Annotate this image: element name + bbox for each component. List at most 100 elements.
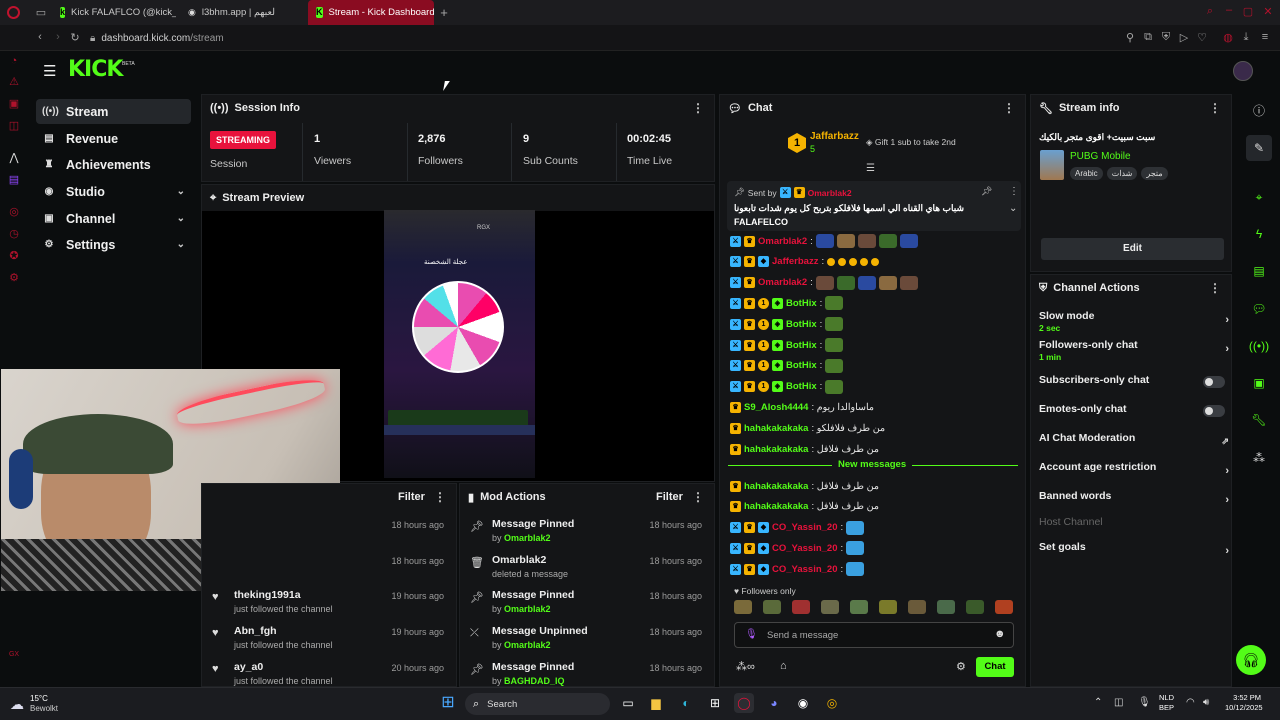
filter-button[interactable]: Filter [656, 491, 683, 503]
tab-stream-dashboard[interactable]: K Stream - Kick Dashboard [308, 0, 434, 25]
instagram-icon[interactable]: ◫ [7, 119, 21, 133]
taskbar-search[interactable]: ⌕ Search [465, 693, 610, 715]
clock[interactable]: 3:52 PM 10/12/2025 [1225, 693, 1263, 713]
emotes-only-toggle[interactable]: Emotes-only chat [1039, 403, 1229, 429]
tag[interactable]: Arabic [1070, 167, 1103, 180]
chat-username[interactable]: S9_Alosh4444 [744, 402, 808, 413]
tab-list-icon[interactable]: ▭ [34, 6, 48, 19]
layout-icon[interactable]: ▣ [1246, 370, 1272, 396]
vpn-icon[interactable]: ⛨ [1159, 31, 1173, 44]
wifi-icon[interactable]: ◠ [1186, 697, 1195, 708]
close-icon[interactable]: ✕ [1261, 5, 1275, 18]
chat-message[interactable]: ♛ hahakakakaka: من طرف فلافلكو [730, 418, 885, 438]
chat-username[interactable]: CO_Yassin_20 [772, 564, 838, 575]
mic-icon[interactable]: 🎙︎ [745, 629, 758, 640]
account-age-restriction[interactable]: Account age restriction › [1039, 461, 1229, 487]
chat-username[interactable]: CO_Yassin_20 [772, 543, 838, 554]
chrome-icon[interactable]: ◎ [822, 693, 842, 713]
aria-icon[interactable]: ◔ [7, 55, 21, 69]
top-gifter[interactable]: 1 Jaffarbazz 5 ◈ Gift 1 sub to take 2nd [788, 131, 1018, 157]
tab-l3bhm[interactable]: ◉ l3bhm.app | لعبهم [180, 0, 304, 25]
pin-icon[interactable]: ⚲ [1123, 31, 1137, 44]
emote[interactable] [815, 275, 834, 290]
extensions-icon[interactable]: ✪ [7, 249, 21, 263]
chat-username[interactable]: hahakakakaka [744, 501, 808, 512]
keyboard-language[interactable]: NLD BEP [1159, 693, 1174, 713]
emote[interactable] [899, 275, 918, 290]
emote[interactable] [995, 600, 1013, 614]
chat-username[interactable]: BotHix [786, 298, 817, 309]
kick-logo[interactable]: KICK [68, 57, 123, 82]
more-options-icon[interactable]: ⋮ [692, 490, 704, 504]
file-explorer-icon[interactable]: ▆ [646, 693, 666, 713]
points-icon[interactable]: ⁂∞ [736, 660, 755, 673]
player-icon[interactable]: ▷ [1177, 31, 1191, 44]
emote[interactable] [838, 257, 847, 266]
chat-message[interactable]: ⚔ ♛ 1 ◈ BotHix: [730, 314, 844, 334]
emote[interactable] [825, 338, 844, 352]
tag[interactable]: متجر [1141, 167, 1168, 180]
heart-icon[interactable]: ♡ [1195, 31, 1209, 44]
emote[interactable] [792, 600, 810, 614]
chat-username[interactable]: BotHix [786, 360, 817, 371]
chat-send-button[interactable]: Chat [976, 657, 1014, 677]
download-icon[interactable]: ⤓ [1239, 31, 1253, 44]
wrench-icon[interactable]: 🔧︎ [1246, 407, 1272, 433]
emote[interactable] [734, 600, 752, 614]
chat-bubble-icon[interactable]: 💬︎ [1246, 296, 1272, 322]
chat-message[interactable]: ⚔ ♛ 1 ◈ BotHix: [730, 335, 844, 355]
chat-message[interactable]: ⚔ ♛ 1 ◈ BotHix: [730, 356, 844, 376]
store-icon[interactable]: ⊞ [705, 693, 725, 713]
chat-message[interactable]: ♛ S9_Alosh4444: ماساوالدا ريوم [730, 397, 874, 417]
emote[interactable] [821, 600, 839, 614]
emote[interactable] [850, 600, 868, 614]
chat-username[interactable]: CO_Yassin_20 [772, 522, 838, 533]
back-icon[interactable]: ‹ [33, 31, 47, 43]
chat-input[interactable]: 🎙︎ Send a message ☻ [734, 622, 1014, 648]
stream-video[interactable]: RGX عجلة الشخصنة [384, 210, 535, 478]
opera-logo-icon[interactable] [7, 6, 20, 19]
emote[interactable] [849, 257, 858, 266]
emote[interactable] [827, 257, 836, 266]
emote[interactable] [846, 562, 865, 577]
sidebar-item-achievements[interactable]: ♜ Achievements [36, 152, 191, 177]
emote[interactable] [871, 257, 880, 266]
kick-sidebar-icon[interactable]: ⋀ [7, 151, 21, 165]
emote[interactable] [878, 275, 897, 290]
emote[interactable] [825, 296, 844, 311]
emote[interactable] [908, 600, 926, 614]
windows-start-icon[interactable]: ⊞ [438, 693, 458, 713]
emote[interactable] [825, 358, 844, 373]
emote[interactable] [857, 275, 876, 290]
music-icon[interactable]: ◎ [7, 205, 21, 219]
twitch-icon[interactable]: ▤ [7, 173, 21, 187]
chat-username[interactable]: Jafferbazz [772, 256, 818, 267]
sidebar-item-settings[interactable]: ⚙ Settings ⌄ [36, 232, 191, 257]
category-name[interactable]: PUBG Mobile [1070, 151, 1131, 162]
chat-message[interactable]: ⚔ ♛ Omarblak2: [730, 231, 918, 251]
emote[interactable] [825, 317, 844, 332]
more-options-icon[interactable]: ⋮ [434, 490, 446, 504]
chat-username[interactable]: BotHix [786, 340, 817, 351]
emote[interactable] [763, 600, 781, 614]
more-options-icon[interactable]: ⋮ [1209, 281, 1221, 295]
slow-mode-toggle[interactable]: Slow mode 2 sec › [1039, 310, 1229, 336]
chat-message[interactable]: ⚔ ♛ 1 ◈ BotHix: [730, 293, 844, 313]
forward-icon[interactable]: › [51, 31, 65, 43]
store-icon[interactable]: ⌂ [780, 660, 787, 672]
edge-icon[interactable]: ◐ [676, 693, 696, 713]
search-tabs-icon[interactable]: ⌕ [1203, 5, 1217, 18]
settings-icon[interactable]: ⚙ [7, 271, 21, 285]
emote[interactable] [937, 600, 955, 614]
unpin-icon[interactable]: 📌︎ [981, 186, 992, 197]
edit-icon[interactable]: ✎ [1246, 135, 1272, 161]
chat-settings-icon[interactable]: ⚙ [956, 660, 966, 673]
set-goals[interactable]: Set goals › [1039, 541, 1229, 567]
chat-username[interactable]: hahakakakaka [744, 423, 808, 434]
chat-message[interactable]: ⚔ ♛ Omarblak2: [730, 273, 918, 293]
sidebar-item-channel[interactable]: ▣ Channel ⌄ [36, 206, 191, 231]
emote[interactable] [846, 541, 865, 556]
profile-icon[interactable]: ◍ [1221, 31, 1235, 44]
emote[interactable] [857, 234, 876, 248]
chat-username[interactable]: Omarblak2 [758, 277, 807, 288]
